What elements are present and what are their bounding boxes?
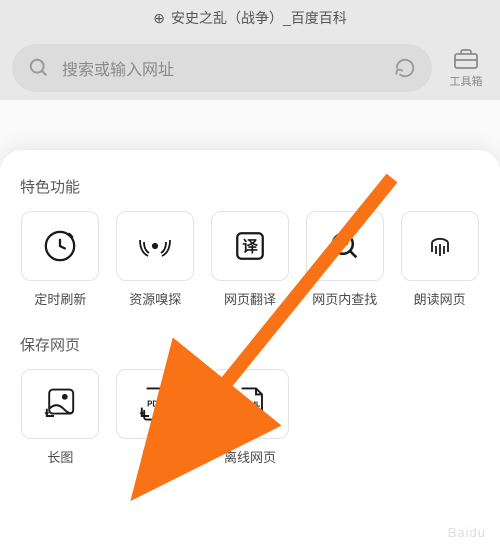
audio-icon — [421, 227, 459, 265]
page-title-bar: ⊕ 安史之乱（战争）_百度百科 — [0, 0, 500, 36]
tools-sheet: 特色功能 定时刷新 资源嗅探 译 网页翻译 — [0, 150, 500, 550]
toolbox-button[interactable]: 工具箱 — [444, 47, 488, 89]
tile-label: 离线网页 — [224, 447, 276, 466]
radar-icon — [136, 227, 174, 265]
toolbox-icon — [453, 47, 479, 71]
longimage-icon — [41, 385, 79, 423]
tile-resource-sniff[interactable]: 资源嗅探 — [113, 211, 198, 308]
clock-icon — [41, 227, 79, 265]
tile-label: 长图 — [47, 447, 73, 466]
refresh-icon[interactable] — [394, 57, 416, 79]
search-placeholder: 搜索或输入网址 — [62, 56, 382, 80]
tile-pdf[interactable]: PDF PDF — [113, 369, 198, 466]
tile-label: PDF — [142, 447, 168, 462]
tile-label: 资源嗅探 — [129, 289, 181, 308]
translate-icon: 译 — [231, 227, 269, 265]
tile-long-image[interactable]: 长图 — [18, 369, 103, 466]
search-bar[interactable]: 搜索或输入网址 — [12, 44, 432, 92]
tile-label: 定时刷新 — [34, 289, 86, 308]
tile-label: 朗读网页 — [414, 289, 466, 308]
svg-text:HTML: HTML — [241, 401, 261, 408]
tile-translate[interactable]: 译 网页翻译 — [208, 211, 293, 308]
tile-offline-html[interactable]: HTML 离线网页 — [208, 369, 293, 466]
tile-label: 网页内查找 — [312, 289, 377, 308]
tile-timer-refresh[interactable]: 定时刷新 — [18, 211, 103, 308]
pdf-icon: PDF — [136, 385, 174, 423]
find-icon — [326, 227, 364, 265]
section-features-title: 特色功能 — [20, 176, 482, 197]
section-save-title: 保存网页 — [20, 334, 482, 355]
search-icon — [28, 57, 50, 79]
tile-read-aloud[interactable]: 朗读网页 — [397, 211, 482, 308]
watermark: Baidu — [448, 525, 486, 540]
tile-find-in-page[interactable]: 网页内查找 — [302, 211, 387, 308]
svg-text:PDF: PDF — [147, 399, 163, 408]
toolbox-label: 工具箱 — [450, 73, 483, 89]
svg-text:译: 译 — [242, 238, 258, 256]
html-icon: HTML — [231, 385, 269, 423]
page-title: 安史之乱（战争）_百度百科 — [171, 8, 347, 28]
tile-label: 网页翻译 — [224, 289, 276, 308]
